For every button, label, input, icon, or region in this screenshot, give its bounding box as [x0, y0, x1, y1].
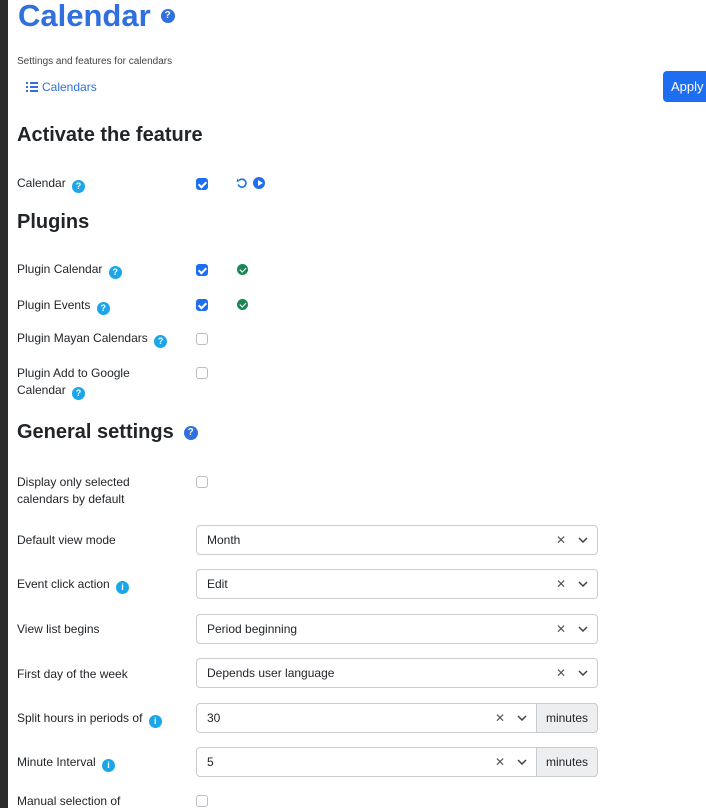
plugin-google-label: Plugin Add to Google Calendar ? — [17, 365, 167, 400]
minute-interval-select[interactable]: 5 ✕ — [196, 747, 537, 777]
help-icon[interactable]: ? — [72, 180, 86, 193]
chevron-down-icon[interactable] — [508, 715, 536, 721]
chevron-down-icon[interactable] — [569, 670, 597, 676]
chevron-down-icon[interactable] — [569, 581, 597, 587]
first-day-label: First day of the week — [17, 667, 128, 681]
view-list-value: Period beginning — [207, 622, 298, 636]
calendar-feature-label-text: Calendar — [17, 176, 66, 190]
split-hours-value: 30 — [207, 711, 221, 725]
manual-selection-checkbox[interactable] — [196, 795, 208, 807]
minute-interval-label-text: Minute Interval — [17, 755, 96, 769]
clear-icon[interactable]: ✕ — [492, 711, 508, 725]
plugin-mayan-label: Plugin Mayan Calendars ? — [17, 330, 168, 348]
view-list-select[interactable]: Period beginning ✕ — [196, 614, 598, 644]
split-hours-label-text: Split hours in periods of — [17, 711, 143, 725]
clear-icon[interactable]: ✕ — [553, 666, 569, 680]
check-circle-icon — [237, 264, 248, 275]
help-icon[interactable]: ? — [183, 425, 198, 440]
clear-icon[interactable]: ✕ — [553, 533, 569, 547]
plugin-events-label-text: Plugin Events — [17, 298, 91, 312]
play-circle-icon[interactable] — [253, 177, 265, 189]
plugin-calendar-label-text: Plugin Calendar — [17, 262, 103, 276]
plugin-events-label: Plugin Events ? — [17, 297, 110, 315]
chevron-down-icon[interactable] — [569, 626, 597, 632]
info-circle-icon[interactable]: i — [148, 715, 162, 728]
split-hours-select[interactable]: 30 ✕ — [196, 703, 537, 733]
help-icon[interactable]: ? — [160, 9, 175, 23]
chevron-down-icon[interactable] — [569, 537, 597, 543]
plugin-events-checkbox[interactable] — [196, 299, 208, 311]
page-subtitle: Settings and features for calendars — [17, 56, 173, 67]
default-view-value: Month — [207, 533, 241, 547]
info-circle-icon[interactable]: i — [102, 759, 116, 772]
help-icon[interactable]: ? — [154, 335, 168, 348]
split-hours-unit: minutes — [536, 703, 598, 733]
clear-icon[interactable]: ✕ — [553, 622, 569, 636]
default-view-select[interactable]: Month ✕ — [196, 525, 598, 555]
section-general-title-text: General settings — [17, 421, 174, 443]
calendars-link[interactable]: Calendars — [26, 80, 97, 94]
page-title: Calendar ? — [18, 0, 175, 34]
help-icon[interactable]: ? — [96, 302, 110, 315]
clear-icon[interactable]: ✕ — [553, 577, 569, 591]
click-action-label-text: Event click action — [17, 577, 110, 591]
clear-icon[interactable]: ✕ — [492, 755, 508, 769]
first-day-select[interactable]: Depends user language ✕ — [196, 658, 598, 688]
display-selected-label: Display only selected calendars by defau… — [17, 475, 130, 506]
click-action-select[interactable]: Edit ✕ — [196, 569, 598, 599]
plugin-mayan-checkbox[interactable] — [196, 333, 208, 345]
first-day-value: Depends user language — [207, 666, 335, 680]
split-hours-label: Split hours in periods of i — [17, 710, 162, 728]
calendar-feature-checkbox[interactable] — [196, 178, 208, 190]
plugin-google-checkbox[interactable] — [196, 367, 208, 379]
list-icon — [26, 82, 38, 92]
apply-button[interactable]: Apply — [663, 71, 706, 102]
click-action-label: Event click action i — [17, 576, 130, 594]
display-selected-checkbox[interactable] — [196, 476, 208, 488]
minute-interval-group: 5 ✕ minutes — [196, 747, 598, 777]
minute-interval-value: 5 — [207, 755, 214, 769]
calendars-link-label: Calendars — [42, 80, 97, 94]
default-view-label: Default view mode — [17, 533, 116, 547]
plugin-mayan-label-text: Plugin Mayan Calendars — [17, 331, 148, 345]
chevron-down-icon[interactable] — [508, 759, 536, 765]
section-activate-title: Activate the feature — [17, 124, 203, 146]
minute-interval-unit: minutes — [536, 747, 598, 777]
click-action-value: Edit — [207, 577, 228, 591]
check-circle-icon — [237, 299, 248, 310]
section-plugins-title: Plugins — [17, 211, 90, 233]
split-hours-group: 30 ✕ minutes — [196, 703, 598, 733]
undo-icon[interactable] — [236, 177, 248, 189]
section-general-title: General settings ? — [17, 421, 198, 444]
calendar-feature-label: Calendar ? — [17, 175, 86, 193]
minute-interval-label: Minute Interval i — [17, 754, 116, 772]
plugin-calendar-checkbox[interactable] — [196, 264, 208, 276]
settings-panel: Calendar ? Settings and features for cal… — [8, 0, 706, 808]
page-title-text: Calendar — [18, 0, 151, 33]
manual-selection-label: Manual selection of — [17, 794, 121, 808]
help-icon[interactable]: ? — [72, 387, 86, 400]
plugin-calendar-label: Plugin Calendar ? — [17, 261, 122, 279]
info-circle-icon[interactable]: i — [116, 581, 130, 594]
view-list-label: View list begins — [17, 622, 100, 636]
help-icon[interactable]: ? — [108, 266, 122, 279]
